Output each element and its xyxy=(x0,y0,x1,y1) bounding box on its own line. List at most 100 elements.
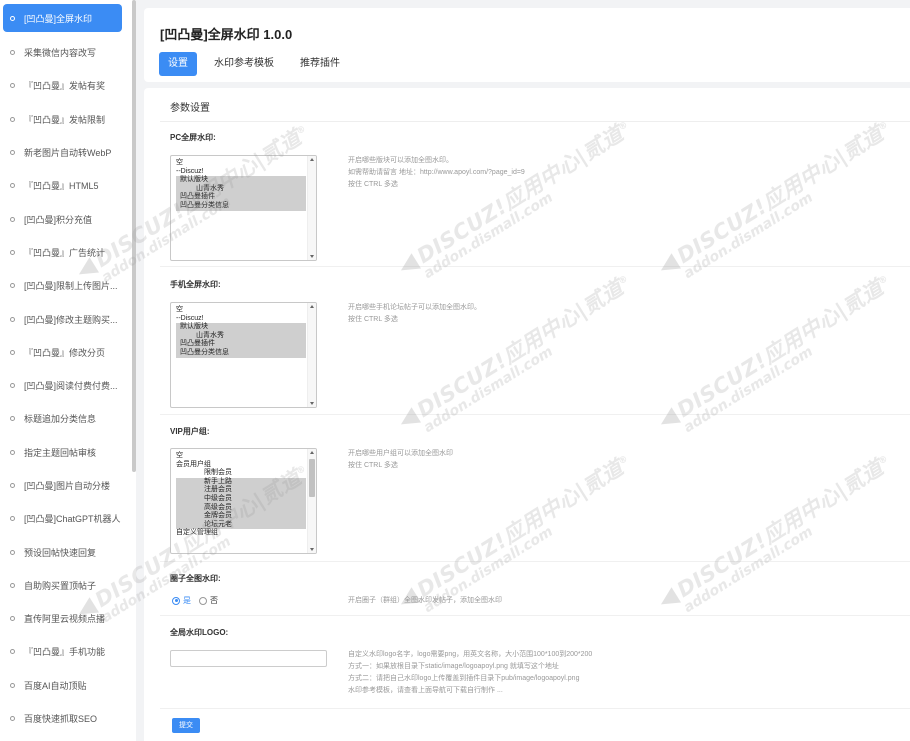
bullet-icon xyxy=(10,15,15,21)
sidebar-item[interactable]: 指定主题回帖审核 xyxy=(0,436,136,469)
submit-button[interactable]: 提交 xyxy=(172,718,200,733)
select-option[interactable]: 新手上路 xyxy=(176,477,306,487)
sidebar-item[interactable]: [凹凸曼]ChatGPT机器人 xyxy=(0,502,136,535)
sidebar-item-label: 『凹凸曼』手机功能 xyxy=(24,647,106,658)
select-option[interactable]: 金牌会员 xyxy=(176,512,306,521)
circle-watermark-yes-label[interactable]: 是 xyxy=(183,595,191,606)
sidebar-item[interactable]: [凹凸曼]修改主题购买... xyxy=(0,302,136,335)
bullet-icon xyxy=(10,716,15,722)
help-line: 按住 CTRL 多选 xyxy=(348,316,398,323)
select-option[interactable]: 凹凸曼插件 xyxy=(176,193,306,202)
pc-select-scrollbar[interactable] xyxy=(307,156,316,260)
select-option[interactable]: 空 xyxy=(176,306,316,315)
sidebar-item[interactable]: 自助购买置顶帖子 xyxy=(0,569,136,602)
select-option[interactable]: 凹凸曼插件 xyxy=(176,340,306,349)
sidebar-item-label: 直传阿里云视频点播 xyxy=(24,614,106,625)
divider xyxy=(160,615,910,616)
vip-group-select[interactable]: 空会员用户组 限制会员 新手上路 注册会员 中级会员 高级会员 金牌会员 论坛元老 自定义管理组 xyxy=(170,448,317,554)
settings-form: 参数设置 PC全屏水印: 空 --Discuz! 默认版块 山青水秀 凹凸曼插件 凹凸曼分… xyxy=(144,88,910,741)
tab-watermark-templates[interactable]: 水印参考模板 xyxy=(205,52,283,76)
help-line: 开启圈子（群组）全图水印发帖子，添加全图水印 xyxy=(348,597,502,604)
divider xyxy=(160,121,910,122)
sidebar-item-label: 采集微信内容改写 xyxy=(24,48,97,59)
circle-watermark-no-radio[interactable] xyxy=(199,596,207,605)
circle-watermark-no-label[interactable]: 否 xyxy=(210,595,218,606)
mobile-forum-select[interactable]: 空 --Discuz! 默认版块 山青水秀 凹凸曼插件 凹凸曼分类信息 xyxy=(170,302,317,408)
select-option[interactable]: 凹凸曼分类信息 xyxy=(176,348,306,358)
sidebar-item[interactable]: 『凹凸曼』发帖有奖 xyxy=(0,69,136,102)
sidebar-item[interactable]: 新老图片自动转WebP xyxy=(0,136,136,169)
help-line: 方式一：如果放根目录下static/image/logoapoyl.png 就填… xyxy=(348,663,559,670)
bullet-icon xyxy=(10,616,15,622)
pc-forum-select[interactable]: 空 --Discuz! 默认版块 山青水秀 凹凸曼插件 凹凸曼分类信息 xyxy=(170,155,317,261)
mobile-select-scrollbar[interactable] xyxy=(307,303,316,407)
sidebar-item-label: [凹凸曼]限制上传图片... xyxy=(24,281,118,292)
sidebar-item-label: 新老图片自动转WebP xyxy=(24,148,112,159)
sidebar-item[interactable]: 预设回帖快速回复 xyxy=(0,535,136,568)
sidebar-item[interactable]: 直传阿里云视频点播 xyxy=(0,602,136,635)
select-option[interactable]: 高级会员 xyxy=(176,503,306,513)
sidebar-item-label: 预设回帖快速回复 xyxy=(24,547,97,558)
sidebar-item[interactable]: 『凹凸曼』手机功能 xyxy=(0,635,136,668)
circle-watermark-label: 圈子全图水印: xyxy=(170,574,221,583)
bullet-icon xyxy=(10,316,15,322)
bullet-icon xyxy=(10,449,15,455)
sidebar-item[interactable]: 『凹凸曼』广告统计 xyxy=(0,236,136,269)
sidebar-item-label: [凹凸曼]修改主题购买... xyxy=(24,314,118,325)
circle-watermark-radio-group: 是 否 xyxy=(172,595,226,606)
sidebar-item[interactable]: 采集微信内容改写 xyxy=(0,36,136,69)
mobile-watermark-label: 手机全屏水印: xyxy=(170,280,221,289)
select-option[interactable]: 注册会员 xyxy=(176,486,306,495)
vip-group-help: 开启哪些用户组可以添加全图水印 按住 CTRL 多选 xyxy=(348,448,453,472)
sidebar-item-label: [凹凸曼]全屏水印 xyxy=(24,13,93,24)
sidebar-item-label: 自助购买置顶帖子 xyxy=(24,580,97,591)
sidebar-scrollbar[interactable] xyxy=(132,0,136,472)
section-title: 参数设置 xyxy=(170,103,210,114)
header-card: [凹凸曼]全屏水印 1.0.0 设置 水印参考模板 推荐插件 xyxy=(144,8,910,82)
sidebar-item[interactable]: [凹凸曼]图片自动分楼 xyxy=(0,469,136,502)
sidebar-item[interactable]: 百度快速抓取SEO xyxy=(0,702,136,735)
sidebar-item[interactable]: 『凹凸曼』HTML5 xyxy=(0,169,136,202)
bullet-icon xyxy=(10,249,15,255)
select-option[interactable]: 空 xyxy=(176,159,316,168)
sidebar-item-label: 百度AI自动顶贴 xyxy=(24,680,87,691)
circle-watermark-yes-radio[interactable] xyxy=(172,596,180,605)
tab-bar: 设置 水印参考模板 推荐插件 xyxy=(159,52,357,76)
select-option[interactable]: 会员用户组 xyxy=(176,461,316,470)
select-option[interactable]: 空 xyxy=(176,452,316,461)
sidebar-item-label: 『凹凸曼』修改分页 xyxy=(24,347,106,358)
select-option[interactable]: 凹凸曼分类信息 xyxy=(176,201,306,211)
select-option[interactable]: 自定义管理组 xyxy=(176,529,316,538)
sidebar-item[interactable]: 百度AI自动顶贴 xyxy=(0,669,136,702)
select-option[interactable]: 默认版块 xyxy=(176,323,306,332)
mobile-watermark-help: 开启哪些手机论坛帖子可以添加全图水印。 按住 CTRL 多选 xyxy=(348,302,481,326)
sidebar-item[interactable]: [凹凸曼]阅读付费付费... xyxy=(0,369,136,402)
bullet-icon xyxy=(10,582,15,588)
tab-settings[interactable]: 设置 xyxy=(159,52,197,76)
sidebar-item[interactable]: [凹凸曼]积分充值 xyxy=(0,202,136,235)
divider xyxy=(160,708,910,709)
sidebar-item[interactable]: [凹凸曼]全屏水印 xyxy=(3,4,122,32)
help-line: 开启哪些用户组可以添加全图水印 xyxy=(348,450,453,457)
tab-recommended-plugins[interactable]: 推荐插件 xyxy=(291,52,349,76)
vip-select-scrollbar[interactable] xyxy=(307,449,316,553)
bullet-icon xyxy=(10,216,15,222)
circle-watermark-help: 开启圈子（群组）全图水印发帖子，添加全图水印 xyxy=(348,595,502,607)
bullet-icon xyxy=(10,116,15,122)
select-option[interactable]: 限制会员 xyxy=(176,469,316,478)
bullet-icon xyxy=(10,383,15,389)
select-option[interactable]: 默认版块 xyxy=(176,176,306,185)
sidebar-item[interactable]: 『凹凸曼』修改分页 xyxy=(0,336,136,369)
select-option[interactable]: --Discuz! xyxy=(176,168,316,177)
sidebar-item[interactable]: [凹凸曼]限制上传图片... xyxy=(0,269,136,302)
global-logo-label: 全局水印LOGO: xyxy=(170,628,229,637)
global-logo-input[interactable] xyxy=(170,650,327,667)
select-option[interactable]: 中级会员 xyxy=(176,494,306,504)
sidebar-item-label: 『凹凸曼』广告统计 xyxy=(24,247,106,258)
sidebar-item-label: [凹凸曼]图片自动分楼 xyxy=(24,481,111,491)
sidebar-list: [凹凸曼]全屏水印 采集微信内容改写『凹凸曼』发帖有奖 『凹凸曼』发帖限制新老图片自… xyxy=(0,0,136,735)
select-option[interactable]: --Discuz! xyxy=(176,315,316,324)
sidebar-item[interactable]: 标题追加分类信息 xyxy=(0,402,136,435)
bullet-icon xyxy=(10,183,15,189)
sidebar-item[interactable]: 『凹凸曼』发帖限制 xyxy=(0,103,136,136)
